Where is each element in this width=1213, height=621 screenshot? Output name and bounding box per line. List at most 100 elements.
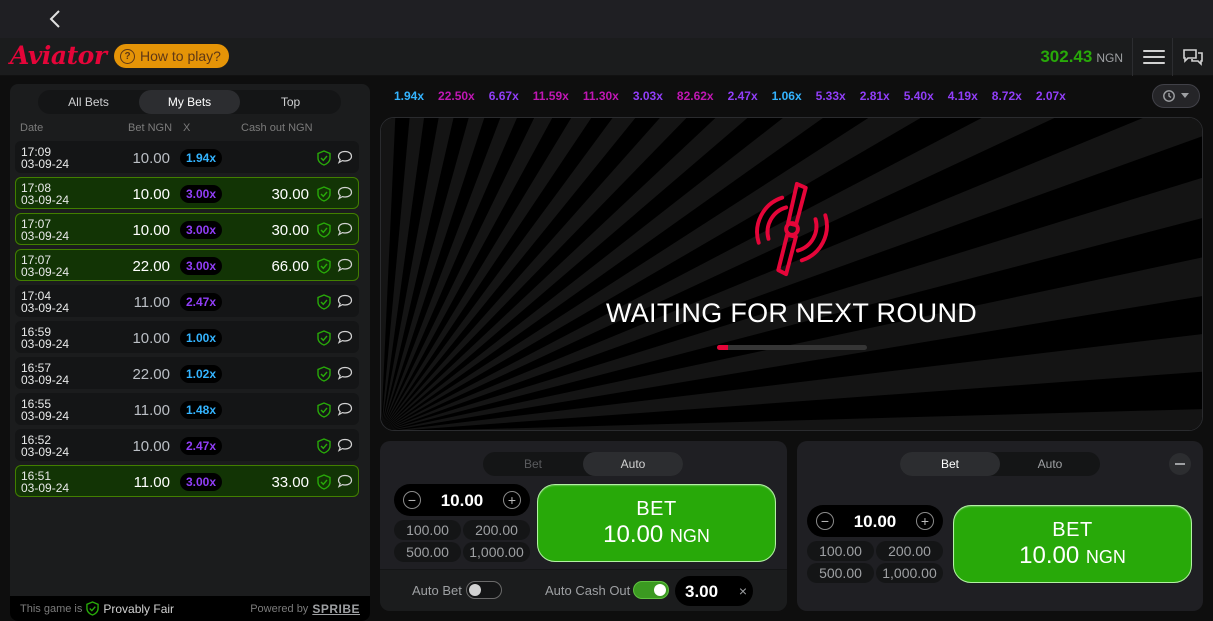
menu-button[interactable] xyxy=(1143,46,1165,68)
history-multiplier[interactable]: 11.59x xyxy=(526,84,576,108)
quick-amount-500[interactable]: 500.00 xyxy=(394,542,461,562)
bet-row: 16:57 03-09-24 22.00 1.02x xyxy=(15,357,359,389)
decrease-button[interactable]: − xyxy=(403,491,421,509)
history-multiplier[interactable]: 2.07x xyxy=(1029,84,1073,108)
question-icon: ? xyxy=(120,48,135,64)
history-multiplier[interactable]: 3.03x xyxy=(626,84,670,108)
history-multiplier[interactable]: 6.67x xyxy=(482,84,526,108)
history-multiplier[interactable]: 4.19x xyxy=(941,84,985,108)
col-date: Date xyxy=(20,122,44,134)
bet-date: 03-09-24 xyxy=(21,301,70,315)
quick-amount-1000[interactable]: 1,000.00 xyxy=(463,542,530,562)
history-multiplier[interactable]: 5.33x xyxy=(809,84,853,108)
multiplier-badge: 2.47x xyxy=(180,293,223,311)
bet-datetime: 17:07 03-09-24 xyxy=(21,218,69,242)
tab-auto[interactable]: Auto xyxy=(1000,452,1100,476)
tab-top[interactable]: Top xyxy=(240,90,341,114)
back-button[interactable] xyxy=(42,6,68,32)
how-to-play-button[interactable]: ? How to play? xyxy=(114,44,229,68)
history-toggle-button[interactable] xyxy=(1152,84,1200,108)
shield-check-icon[interactable] xyxy=(317,330,331,346)
spribe-logo[interactable]: SPRIBE xyxy=(312,602,360,616)
history-multiplier[interactable]: 2.47x xyxy=(721,84,765,108)
shield-check-icon[interactable] xyxy=(317,150,331,166)
shield-check-icon[interactable] xyxy=(317,474,331,490)
round-history: 1.94x 22.50x 6.67x 11.59x 11.30x 3.03x 82.62x 2… xyxy=(387,84,1149,108)
provably-fair-link[interactable]: Provably Fair xyxy=(86,601,174,616)
increase-button[interactable]: + xyxy=(503,491,521,509)
clear-icon[interactable]: × xyxy=(739,583,747,599)
auto-cash-out-field[interactable]: 3.00 × xyxy=(675,576,753,606)
auto-cash-out-value[interactable]: 3.00 xyxy=(685,582,718,602)
multiplier-badge: 1.02x xyxy=(180,365,223,383)
history-multiplier[interactable]: 5.40x xyxy=(897,84,941,108)
chat-bubble-icon[interactable] xyxy=(337,402,353,416)
chat-bubble-icon[interactable] xyxy=(337,186,353,200)
bet-amount-stepper[interactable]: − 10.00 + xyxy=(807,505,943,537)
history-multiplier[interactable]: 2.81x xyxy=(853,84,897,108)
propeller-icon xyxy=(755,181,829,277)
bet-row: 16:59 03-09-24 10.00 1.00x xyxy=(15,321,359,353)
tab-all-bets[interactable]: All Bets xyxy=(38,90,139,114)
tab-my-bets[interactable]: My Bets xyxy=(139,90,240,114)
history-multiplier[interactable]: 8.72x xyxy=(985,84,1029,108)
history-multiplier[interactable]: 82.62x xyxy=(670,84,721,108)
bet-row: 17:08 03-09-24 10.00 3.00x 30.00 xyxy=(15,177,359,209)
chat-bubble-icon[interactable] xyxy=(337,366,353,380)
auto-bet-toggle[interactable] xyxy=(466,581,502,599)
bet-date: 03-09-24 xyxy=(21,229,70,243)
bet-amount: 11.00 xyxy=(133,294,170,311)
shield-check-icon xyxy=(86,601,100,616)
quick-amount-200[interactable]: 200.00 xyxy=(463,520,530,540)
auto-cash-out-toggle[interactable] xyxy=(633,581,669,599)
chat-button[interactable] xyxy=(1181,45,1205,69)
quick-amount-1000[interactable]: 1,000.00 xyxy=(876,563,943,583)
shield-check-icon[interactable] xyxy=(317,222,331,238)
history-multiplier[interactable]: 1.06x xyxy=(765,84,809,108)
chat-bubble-icon[interactable] xyxy=(337,150,353,164)
bet-button[interactable]: BET 10.00 NGN xyxy=(537,484,776,562)
bet-amount: 22.00 xyxy=(132,258,170,275)
bet-date: 03-09-24 xyxy=(21,157,70,171)
bet-amount-stepper[interactable]: − 10.00 + xyxy=(394,484,530,516)
bets-tabs: All Bets My Bets Top xyxy=(38,90,341,114)
quick-amount-100[interactable]: 100.00 xyxy=(807,541,874,561)
tab-auto[interactable]: Auto xyxy=(583,452,683,476)
chat-bubble-icon[interactable] xyxy=(337,474,353,488)
chat-bubble-icon[interactable] xyxy=(337,294,353,308)
remove-panel-button[interactable] xyxy=(1169,453,1191,475)
shield-check-icon[interactable] xyxy=(317,258,331,274)
quick-amount-100[interactable]: 100.00 xyxy=(394,520,461,540)
quick-amount-500[interactable]: 500.00 xyxy=(807,563,874,583)
history-multiplier[interactable]: 22.50x xyxy=(431,84,482,108)
tab-bet[interactable]: Bet xyxy=(483,452,583,476)
shield-check-icon[interactable] xyxy=(317,402,331,418)
shield-check-icon[interactable] xyxy=(317,294,331,310)
history-multiplier[interactable]: 1.94x xyxy=(387,84,431,108)
footer-text: This game is xyxy=(20,602,83,615)
decrease-button[interactable]: − xyxy=(816,512,834,530)
shield-check-icon[interactable] xyxy=(317,366,331,382)
chat-bubble-icon[interactable] xyxy=(337,330,353,344)
chat-bubble-icon[interactable] xyxy=(337,438,353,452)
bet-date: 03-09-24 xyxy=(21,409,70,423)
minus-icon xyxy=(1175,463,1185,465)
bet-row: 16:51 03-09-24 11.00 3.00x 33.00 xyxy=(15,465,359,497)
quick-amount-200[interactable]: 200.00 xyxy=(876,541,943,561)
shield-check-icon[interactable] xyxy=(317,186,331,202)
bet-amount: 11.00 xyxy=(133,474,170,491)
auto-settings: Auto Bet Auto Cash Out 3.00 × xyxy=(380,569,787,611)
tab-bet[interactable]: Bet xyxy=(900,452,1000,476)
game-stage: WAITING FOR NEXT ROUND xyxy=(380,117,1203,431)
shield-check-icon[interactable] xyxy=(317,438,331,454)
bet-datetime: 16:52 03-09-24 xyxy=(21,434,69,458)
bet-panel-1: Bet Auto − 10.00 + 100.00 200.00 500.00 … xyxy=(380,441,787,611)
chat-bubble-icon[interactable] xyxy=(337,258,353,272)
bet-date: 03-09-24 xyxy=(21,373,70,387)
bet-amount-value[interactable]: 10.00 xyxy=(424,491,500,511)
bet-amount-value[interactable]: 10.00 xyxy=(837,512,913,532)
chat-bubble-icon[interactable] xyxy=(337,222,353,236)
bet-button[interactable]: BET 10.00 NGN xyxy=(953,505,1192,583)
increase-button[interactable]: + xyxy=(916,512,934,530)
history-multiplier[interactable]: 11.30x xyxy=(576,84,626,108)
